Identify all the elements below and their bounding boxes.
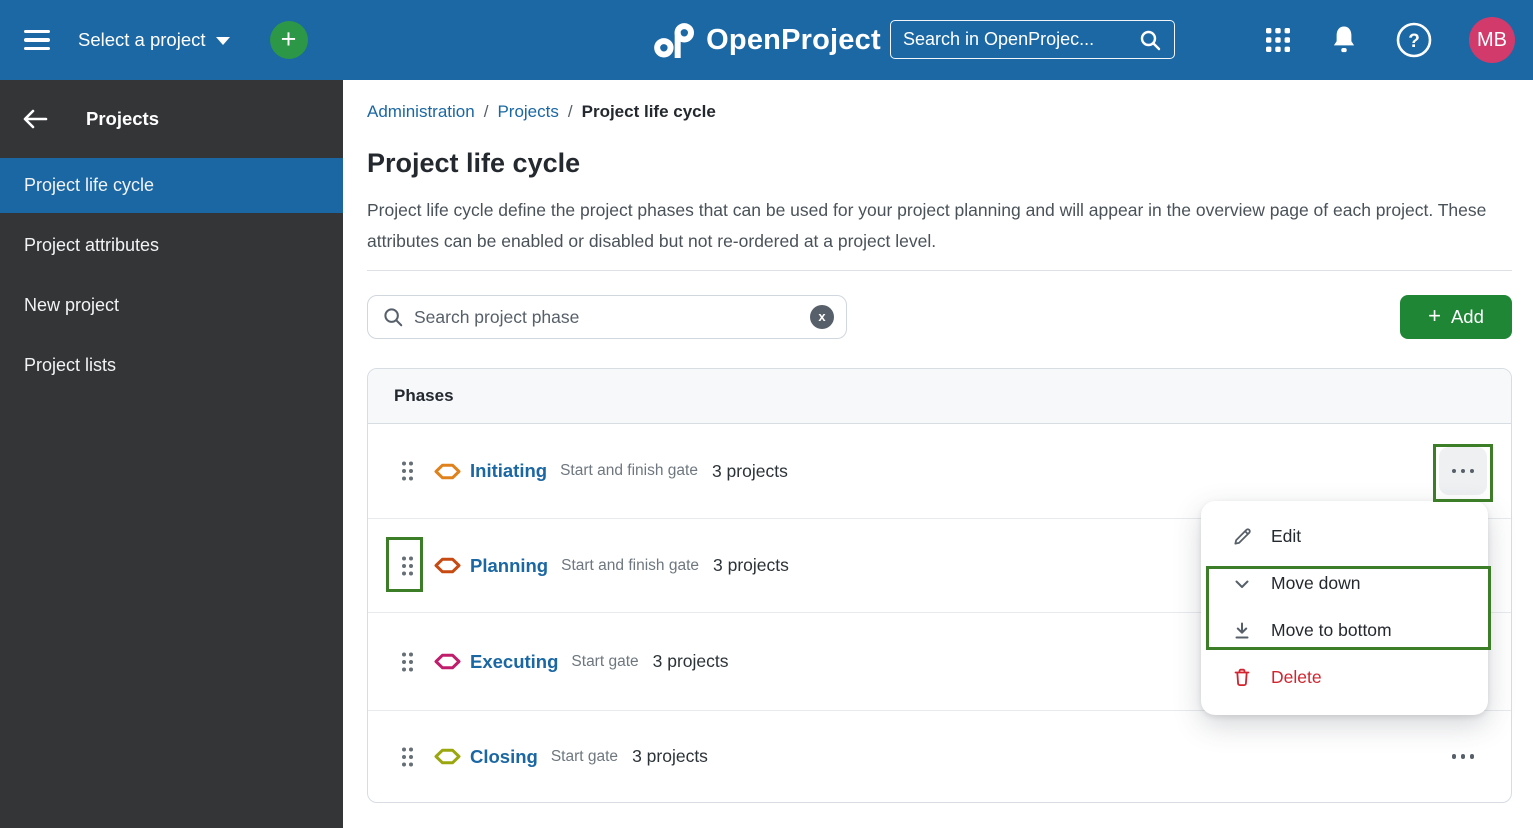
drag-handle-icon[interactable] (399, 553, 416, 579)
row-context-menu: Edit Move down Move to bottom Delete (1201, 501, 1488, 715)
menu-item-delete[interactable]: Delete (1201, 654, 1488, 701)
phase-name-link[interactable]: Closing (470, 746, 538, 768)
breadcrumb-link-administration[interactable]: Administration (367, 102, 475, 122)
phase-projects-count: 3 projects (711, 460, 788, 481)
add-button-label: Add (1450, 306, 1484, 327)
help-icon[interactable]: ? (1395, 21, 1433, 59)
sidebar-item-label: Project lists (24, 355, 117, 375)
phases-table-header: Phases (368, 369, 1511, 424)
phase-search-box[interactable]: x (367, 295, 847, 339)
back-arrow-icon[interactable] (22, 108, 48, 130)
add-phase-button[interactable]: + Add (1400, 295, 1512, 339)
breadcrumb-current: Project life cycle (581, 102, 716, 121)
global-search-box[interactable] (890, 20, 1175, 59)
phase-projects-count: 3 projects (713, 555, 789, 575)
phase-gate-label: Start and finish gate (560, 462, 698, 479)
plus-icon: + (1428, 303, 1441, 328)
phase-gate-icon (434, 463, 461, 480)
section-divider (367, 270, 1512, 271)
breadcrumb-separator: / (567, 102, 573, 121)
drag-handle-icon[interactable] (399, 649, 416, 675)
modules-grid-icon[interactable] (1263, 25, 1293, 55)
menu-item-move-down[interactable]: Move down (1201, 560, 1488, 607)
phases-header-label: Phases (394, 386, 454, 405)
clear-search-icon[interactable]: x (810, 305, 834, 329)
user-avatar[interactable]: MB (1469, 17, 1515, 63)
phase-name-link[interactable]: Executing (470, 651, 558, 673)
main-content: Administration / Projects / Project life… (343, 80, 1533, 828)
phase-projects-count: 3 projects (632, 746, 708, 766)
breadcrumb-separator: / (483, 102, 489, 121)
svg-text:?: ? (1408, 31, 1420, 52)
menu-item-label: Move down (1271, 573, 1361, 593)
chevron-down-icon (1231, 574, 1253, 594)
phase-gate-label: Start gate (550, 747, 619, 765)
menu-item-label: Move to bottom (1271, 620, 1392, 640)
logo-text: OpenProject (706, 23, 881, 56)
top-bar-icons: ? MB (1263, 0, 1515, 80)
phase-gate-label: Start and finish gate (561, 556, 699, 574)
phase-toolbar: x + Add (367, 295, 1512, 339)
top-bar: Select a project + OpenProject Search in… (0, 0, 1533, 80)
sidebar-item-project-attributes[interactable]: Project attributes (0, 218, 343, 273)
phase-name-link[interactable]: Planning (470, 555, 548, 577)
phase-projects-count: 3 projects (652, 651, 729, 671)
openproject-logo: OpenProject (652, 22, 881, 58)
more-actions-icon[interactable] (1439, 447, 1487, 495)
global-add-button[interactable]: + (269, 21, 308, 59)
trash-icon (1231, 667, 1253, 688)
phase-search-input[interactable] (414, 306, 810, 328)
sidebar-item-new-project[interactable]: New project (0, 278, 343, 333)
notifications-bell-icon[interactable] (1329, 24, 1359, 56)
menu-item-label: Delete (1271, 667, 1322, 687)
menu-item-move-to-bottom[interactable]: Move to bottom (1201, 607, 1488, 654)
sidebar-item-project-lists[interactable]: Project lists (0, 338, 343, 393)
page-description: Project life cycle define the project ph… (367, 200, 1487, 251)
avatar-initials: MB (1477, 28, 1507, 51)
select-project-dropdown[interactable]: Select a project (78, 29, 230, 51)
global-search-input[interactable] (903, 29, 1138, 50)
select-project-label: Select a project (78, 29, 206, 50)
sidebar-item-label: Project attributes (24, 235, 160, 255)
move-to-bottom-icon (1231, 621, 1253, 641)
table-row: Closing Start gate 3 projects (368, 710, 1511, 802)
drag-handle-icon[interactable] (399, 744, 416, 770)
sidebar-header: Projects (0, 80, 343, 158)
admin-sidebar: Projects Project life cycle Project attr… (0, 80, 343, 828)
breadcrumb: Administration / Projects / Project life… (367, 100, 1512, 124)
menu-item-label: Edit (1271, 526, 1302, 546)
sidebar-item-project-life-cycle[interactable]: Project life cycle (0, 158, 343, 213)
phase-name-link[interactable]: Initiating (470, 460, 547, 482)
page-title: Project life cycle (367, 148, 581, 178)
sidebar-item-label: New project (24, 295, 120, 315)
search-icon (384, 308, 403, 327)
more-actions-icon[interactable] (1439, 733, 1487, 781)
openproject-logo-icon (653, 23, 694, 58)
sidebar-title: Projects (86, 108, 160, 129)
breadcrumb-link-projects[interactable]: Projects (497, 102, 558, 122)
phase-gate-icon (434, 748, 461, 765)
sidebar-item-label: Project life cycle (24, 175, 155, 195)
phase-gate-icon (434, 653, 461, 670)
menu-item-edit[interactable]: Edit (1201, 513, 1488, 560)
pencil-icon (1231, 526, 1253, 547)
chevron-down-icon (215, 37, 230, 45)
hamburger-menu-icon[interactable] (14, 20, 60, 60)
phase-gate-icon (434, 557, 461, 574)
search-icon (1140, 30, 1161, 50)
drag-handle-icon[interactable] (399, 458, 416, 484)
phase-gate-label: Start gate (571, 652, 639, 670)
